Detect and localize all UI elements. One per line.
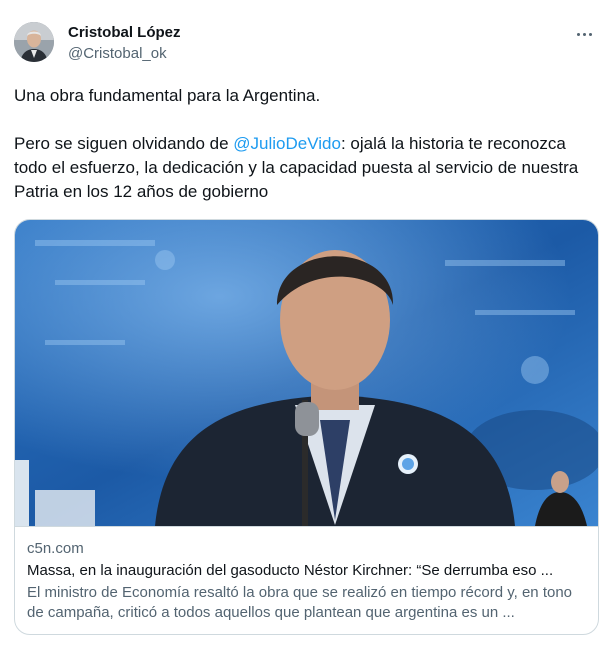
news-photo-icon [15, 220, 598, 526]
author-names: Cristobal López @Cristobal_ok [68, 23, 181, 63]
tweet-line-1: Una obra fundamental para la Argentina. [14, 86, 321, 105]
ellipsis-icon [576, 32, 580, 36]
tweet-text-before-mention: Pero se siguen olvidando de [14, 134, 234, 153]
tweet-text: Una obra fundamental para la Argentina. … [14, 84, 598, 204]
card-image[interactable] [15, 220, 598, 526]
card-text: c5n.com Massa, en la inauguración del ga… [15, 526, 598, 634]
link-preview-card[interactable]: c5n.com Massa, en la inauguración del ga… [14, 219, 599, 635]
card-description: El ministro de Economía resaltó la obra … [27, 584, 573, 621]
tweet-line-2: Pero se siguen olvidando de @JulioDeVido… [14, 132, 598, 204]
display-name[interactable]: Cristobal López [68, 23, 181, 42]
more-options-button[interactable] [572, 24, 596, 44]
card-title[interactable]: Massa, en la inauguración del gasoducto … [27, 561, 588, 581]
tweet-header: Cristobal López @Cristobal_ok [14, 20, 598, 64]
mention-link[interactable]: @JulioDeVido [233, 134, 341, 153]
profile-photo-icon [14, 22, 54, 62]
user-handle[interactable]: @Cristobal_ok [68, 44, 181, 63]
card-domain: c5n.com [27, 540, 84, 557]
avatar[interactable] [14, 22, 54, 62]
